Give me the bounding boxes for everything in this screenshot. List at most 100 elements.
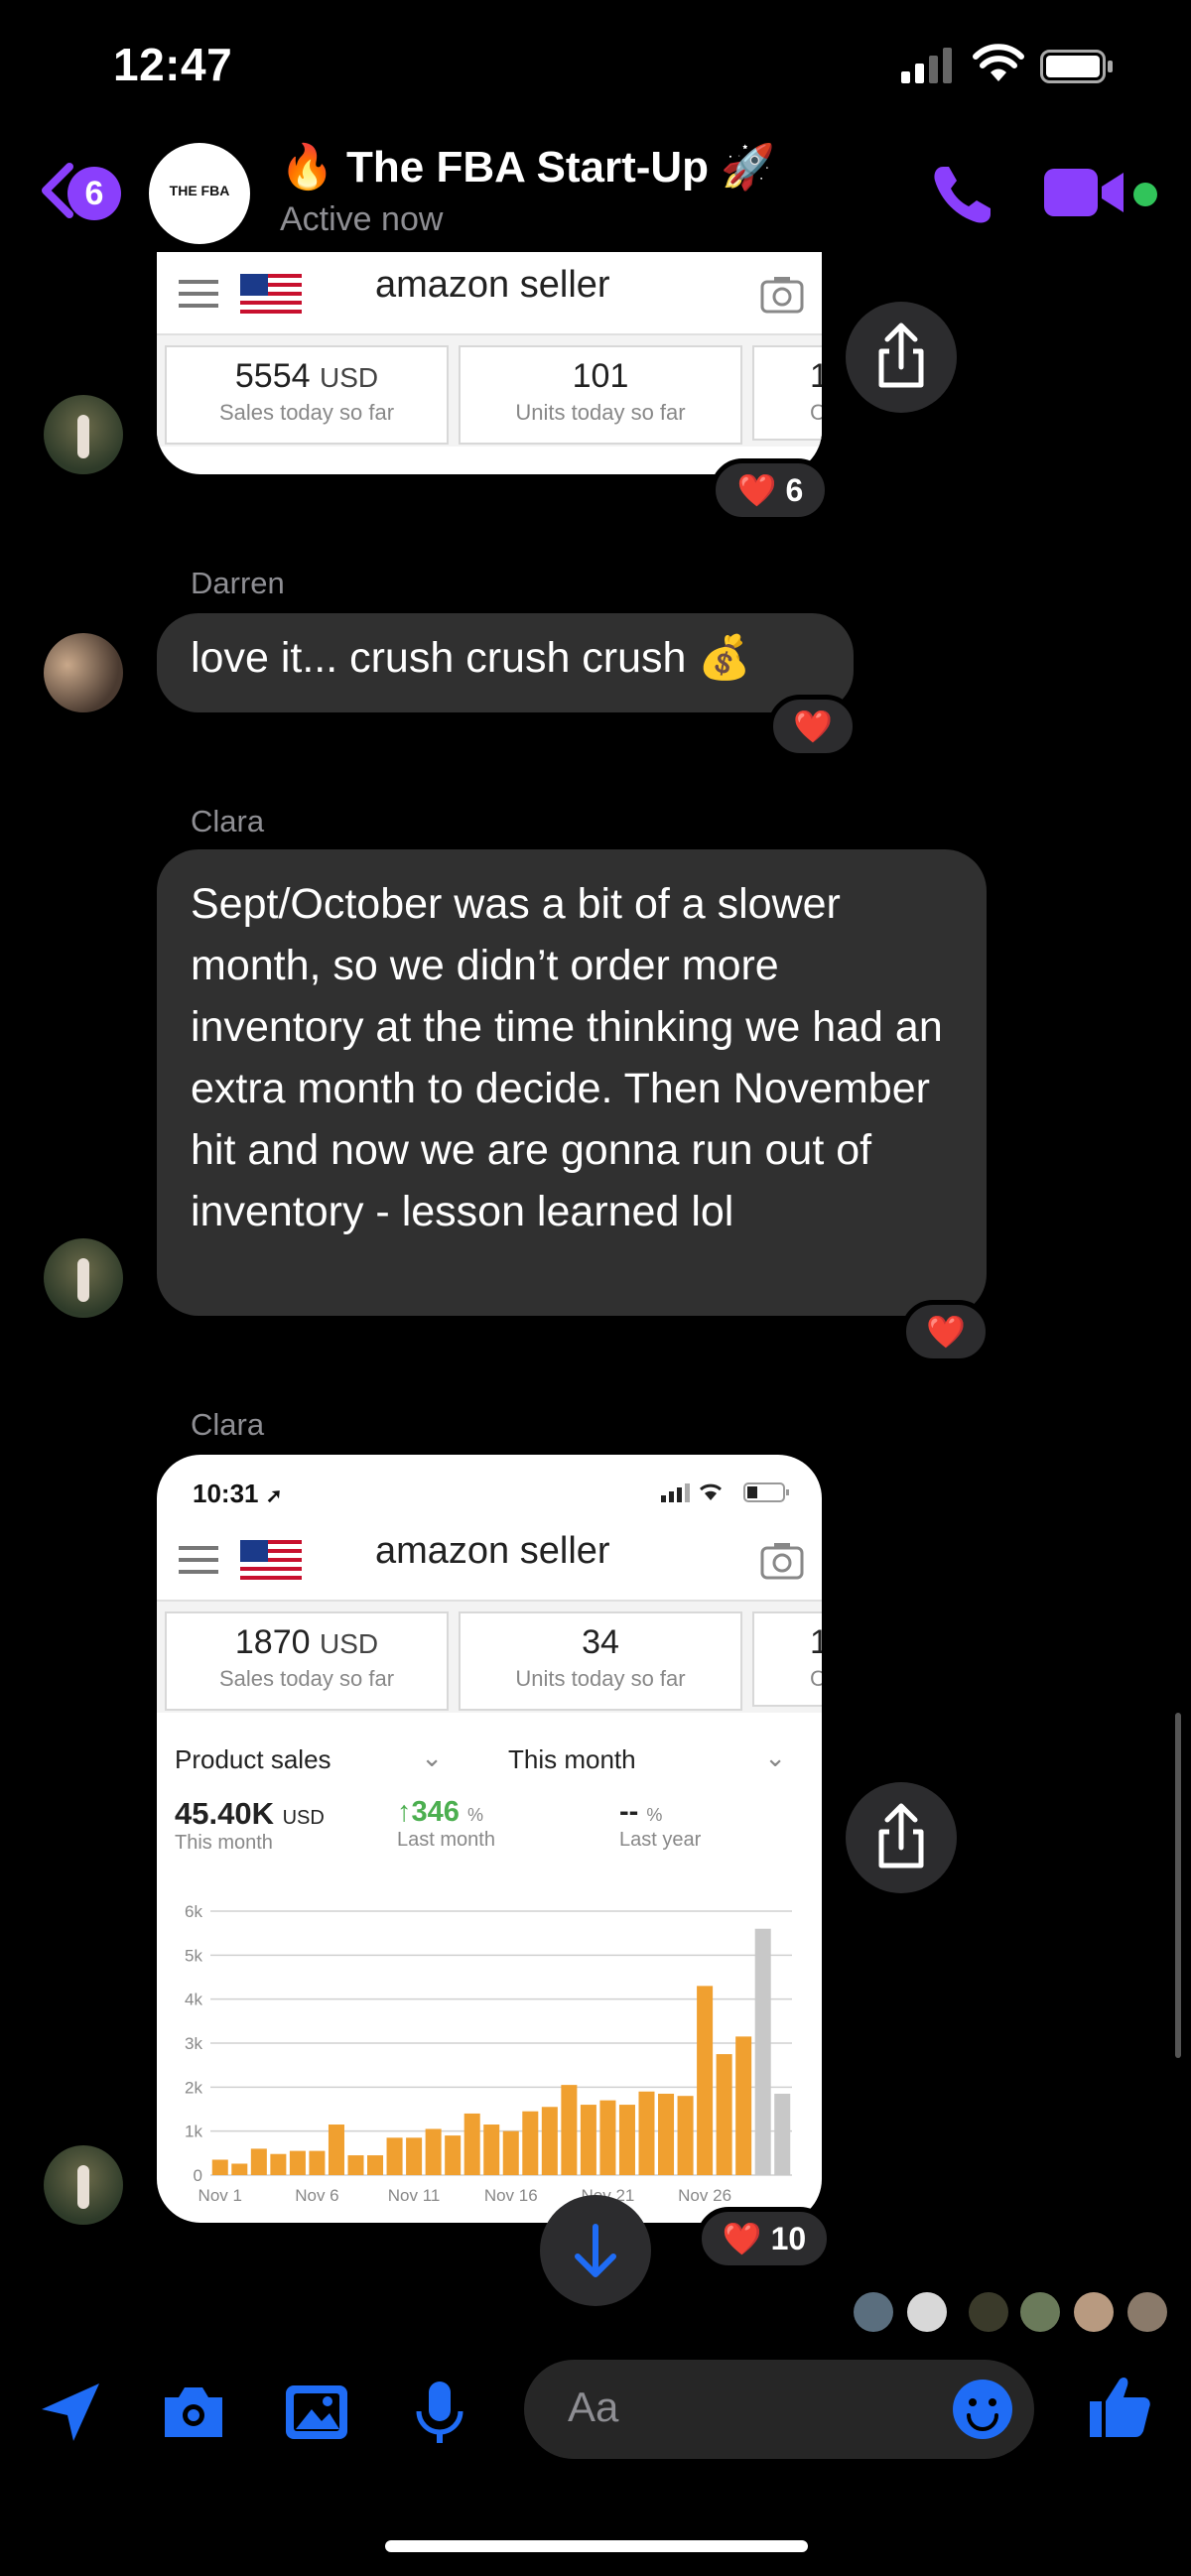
chart-bar (270, 2153, 287, 2175)
emoji-icon[interactable] (951, 2378, 1014, 2441)
avatar-clara[interactable] (44, 395, 123, 474)
gallery-icon[interactable] (282, 2378, 351, 2447)
chart-bar (561, 2085, 578, 2175)
stat-units-today: 34 Units today so far (459, 1611, 742, 1711)
arrow-down-icon (575, 2224, 616, 2277)
share-icon (878, 1803, 924, 1868)
reaction-badge[interactable]: ❤️ (901, 1300, 991, 1363)
chart-bar (483, 2125, 500, 2175)
x-tick-label: Nov 1 (198, 2186, 242, 2205)
avatar-darren[interactable] (44, 633, 123, 712)
chart-bar (658, 2093, 675, 2175)
avatar-clara[interactable] (44, 2145, 123, 2225)
phone-time-text: 10:31 (193, 1479, 259, 1508)
message-input[interactable]: Aa (524, 2360, 1034, 2459)
stat-value: 1 (810, 357, 822, 395)
send-location-icon[interactable] (36, 2378, 105, 2447)
amazon-screenshot-card-2[interactable]: 10:31 ➚ amazon seller 1870 USD Sales tod… (157, 1455, 822, 2223)
sender-name: Clara (191, 804, 265, 838)
kpi-label: Last year (619, 1829, 702, 1851)
seen-avatar[interactable] (907, 2292, 947, 2332)
chart-bar (522, 2111, 539, 2175)
dropdown-this-month[interactable]: This month ⌄ (508, 1742, 786, 1775)
unread-count-badge[interactable]: 6 (67, 167, 121, 220)
us-flag-icon (240, 1540, 302, 1580)
stat-label: C (810, 400, 822, 425)
thumbs-up-icon[interactable] (1084, 2372, 1153, 2441)
phone-time: 10:31 ➚ (193, 1479, 283, 1509)
dropdown-product-sales[interactable]: Product sales ⌄ (175, 1742, 443, 1775)
stat-label: Units today so far (515, 1666, 686, 1691)
chart-bar (328, 2125, 344, 2175)
chart-bar (638, 2091, 655, 2175)
camera-icon[interactable] (159, 2378, 228, 2447)
seen-avatar[interactable] (1020, 2292, 1060, 2332)
reaction-badge[interactable]: ❤️ 10 (697, 2207, 832, 2270)
message-input-placeholder: Aa (568, 2383, 619, 2430)
seen-avatar[interactable] (854, 2292, 893, 2332)
chart-bar (463, 2113, 480, 2175)
kpi-unit: % (466, 1805, 483, 1825)
video-call-icon[interactable] (1044, 165, 1127, 220)
stat-sales-today: 1870 USD Sales today so far (165, 1611, 449, 1711)
home-indicator[interactable] (385, 2540, 808, 2552)
x-tick-label: Nov 11 (388, 2186, 441, 2205)
chart-bar (735, 2036, 752, 2175)
amazon-screenshot-card-1[interactable]: amazon seller 5554 USD Sales today so fa… (157, 252, 822, 474)
reaction-badge[interactable]: ❤️ (768, 695, 858, 758)
camera-icon (760, 1543, 804, 1580)
scrollbar[interactable] (1175, 1713, 1181, 2058)
seen-avatar[interactable] (969, 2292, 1008, 2332)
y-tick-label: 1k (185, 2123, 202, 2141)
stat-partial: 1 C (752, 1611, 822, 1707)
kpi-label: Last month (397, 1829, 495, 1851)
stat-unit: USD (319, 362, 379, 393)
phone-call-icon[interactable] (929, 161, 996, 228)
battery-icon (1040, 50, 1113, 83)
y-tick-label: 4k (185, 1991, 202, 2009)
dropdown-label: This month (508, 1744, 636, 1774)
chart-bar (502, 2130, 519, 2175)
x-tick-label: Nov 26 (678, 2186, 731, 2205)
y-tick-label: 0 (194, 2166, 202, 2185)
chart-bar (347, 2155, 364, 2175)
x-tick-label: Nov 16 (484, 2186, 538, 2205)
seen-avatar[interactable] (1074, 2292, 1114, 2332)
active-status: Active now (280, 200, 444, 238)
group-avatar[interactable]: THE FBA (149, 143, 250, 244)
kpi-unit: USD (282, 1807, 325, 1829)
sales-bar-chart: 0 1k 2k 3k 4k 5k 6k Nov 1 Nov 6 Nov 11 Nov 16 Nov 2… (185, 1902, 792, 2205)
status-time: 12:47 (113, 39, 233, 90)
kpi-total: 45.40K USD This month (175, 1796, 325, 1855)
avatar-clara[interactable] (44, 1238, 123, 1318)
chart-bar (618, 2105, 635, 2175)
scroll-to-bottom-button[interactable] (540, 2195, 651, 2306)
reaction-badge[interactable]: ❤️ 6 (711, 458, 830, 522)
chart-bar (677, 2096, 694, 2175)
x-tick-label: Nov 6 (295, 2186, 338, 2205)
chart-bar (289, 2150, 306, 2175)
stat-sales-today: 5554 USD Sales today so far (165, 345, 449, 445)
chart-bar (774, 2093, 791, 2175)
chart-bar (211, 2159, 228, 2175)
sender-name: Darren (191, 566, 285, 600)
chart-bar (754, 1928, 771, 2175)
group-title[interactable]: 🔥 The FBA Start-Up 🚀 (280, 141, 775, 193)
chart-bar (599, 2100, 616, 2175)
chart-bar (386, 2137, 403, 2175)
y-tick-label: 6k (185, 1902, 202, 1921)
stat-value: 1870 (234, 1623, 311, 1661)
chart-bar (580, 2105, 596, 2175)
microphone-icon[interactable] (405, 2378, 474, 2447)
message-bubble[interactable]: Sept/October was a bit of a slower month… (157, 849, 987, 1316)
stat-label: Sales today so far (218, 400, 395, 425)
amazon-seller-logo: amazon seller (375, 264, 610, 306)
share-button[interactable] (846, 1782, 957, 1893)
message-bubble[interactable]: love it... crush crush crush 💰 (157, 613, 854, 712)
share-button[interactable] (846, 302, 957, 413)
stat-label: Sales today so far (218, 1666, 395, 1691)
kpi-last-month: ↑346 % Last month (397, 1796, 495, 1852)
seen-avatar[interactable] (1127, 2292, 1167, 2332)
online-indicator (1133, 183, 1157, 206)
arrow-up-icon: ↑ (397, 1796, 412, 1828)
